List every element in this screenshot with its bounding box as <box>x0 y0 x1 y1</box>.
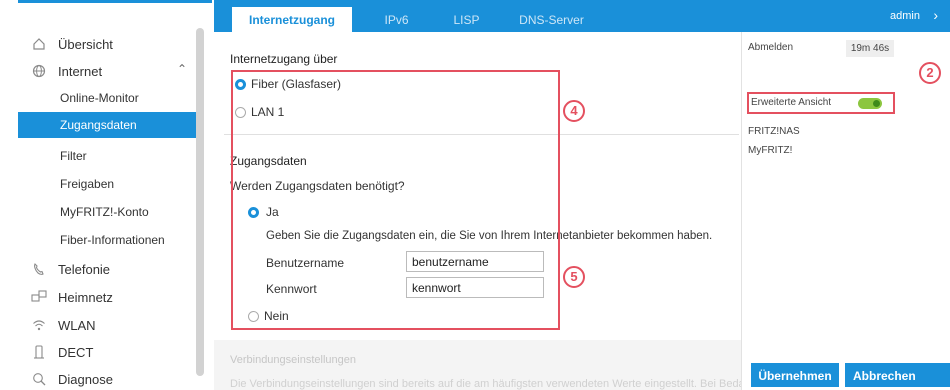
chevron-up-icon[interactable]: ⌃ <box>177 62 187 76</box>
sidebar-item-diagnose[interactable]: Diagnose <box>30 370 113 388</box>
sidebar-item-label: Heimnetz <box>58 289 113 305</box>
network-icon <box>30 288 48 306</box>
user-menu[interactable]: admin <box>890 10 920 22</box>
fritznas-link[interactable]: FRITZ!NAS <box>748 126 800 137</box>
sidebar-subitem-label: Zugangsdaten <box>60 118 137 132</box>
connection-settings-section: Verbindungseinstellungen Die Verbindungs… <box>214 340 871 390</box>
annotation-marker-2: 2 <box>919 62 941 84</box>
sidebar-item-label: Übersicht <box>58 36 113 52</box>
sidebar-item-heimnetz[interactable]: Heimnetz <box>30 288 113 306</box>
globe-icon <box>30 62 48 80</box>
apply-button[interactable]: Übernehmen <box>751 363 839 387</box>
sidebar-item-internet[interactable]: Internet <box>30 62 102 80</box>
myfritz-link[interactable]: MyFRITZ! <box>748 145 792 156</box>
right-panel: Abmelden 19m 46s Erweiterte Ansicht FRIT… <box>741 32 950 390</box>
tab-internetzugang[interactable]: Internetzugang <box>232 7 352 32</box>
sidebar-subitem-freigaben[interactable]: Freigaben <box>60 177 114 191</box>
logout-link[interactable]: Abmelden <box>748 42 793 53</box>
advanced-view-label: Erweiterte Ansicht <box>751 97 832 108</box>
connection-settings-title: Verbindungseinstellungen <box>230 354 356 366</box>
tab-dns-server[interactable]: DNS-Server <box>504 7 599 32</box>
sidebar-item-dect[interactable]: DECT <box>30 343 93 361</box>
tab-ipv6[interactable]: IPv6 <box>364 7 429 32</box>
sidebar-subitem-filter[interactable]: Filter <box>60 149 87 163</box>
sidebar-item-label: Diagnose <box>58 371 113 387</box>
sidebar-subitem-fiber-informationen[interactable]: Fiber-Informationen <box>60 233 165 247</box>
sidebar-item-label: Telefonie <box>58 261 111 277</box>
dect-handset-icon <box>30 343 48 361</box>
tab-bar: Internetzugang IPv6 LISP DNS-Server <box>214 0 741 32</box>
wifi-icon <box>30 316 48 334</box>
sidebar-scrollbar[interactable] <box>196 28 204 376</box>
session-timer: 19m 46s <box>846 40 894 57</box>
phone-icon <box>30 260 48 278</box>
sidebar-item-label: WLAN <box>58 317 96 333</box>
advanced-view-row: Erweiterte Ansicht <box>747 92 895 114</box>
tab-lisp[interactable]: LISP <box>434 7 499 32</box>
annotation-marker-5: 5 <box>563 266 585 288</box>
advanced-view-toggle[interactable] <box>858 98 882 109</box>
cancel-button[interactable]: Abbrechen <box>845 363 950 387</box>
user-bar: admin › <box>741 0 950 32</box>
sidebar-item-label: Internet <box>58 63 103 79</box>
annotation-marker-4: 4 <box>563 100 585 122</box>
sidebar-subitem-zugangsdaten[interactable]: Zugangsdaten <box>18 112 196 138</box>
chevron-right-icon[interactable]: › <box>933 7 938 23</box>
diagnose-icon <box>30 370 48 388</box>
sidebar-item-wlan[interactable]: WLAN <box>30 316 96 334</box>
section-title-internetzugang: Internetzugang über <box>230 52 338 66</box>
sidebar-item-telefonie[interactable]: Telefonie <box>30 260 110 278</box>
highlight-box-access <box>231 70 560 330</box>
sidebar-item-uebersicht[interactable]: Übersicht <box>30 35 113 53</box>
sidebar-subitem-myfritz-konto[interactable]: MyFRITZ!-Konto <box>60 205 149 219</box>
home-icon <box>30 35 48 53</box>
sidebar-subitem-online-monitor[interactable]: Online-Monitor <box>60 91 139 105</box>
sidebar-item-label: DECT <box>58 344 94 360</box>
